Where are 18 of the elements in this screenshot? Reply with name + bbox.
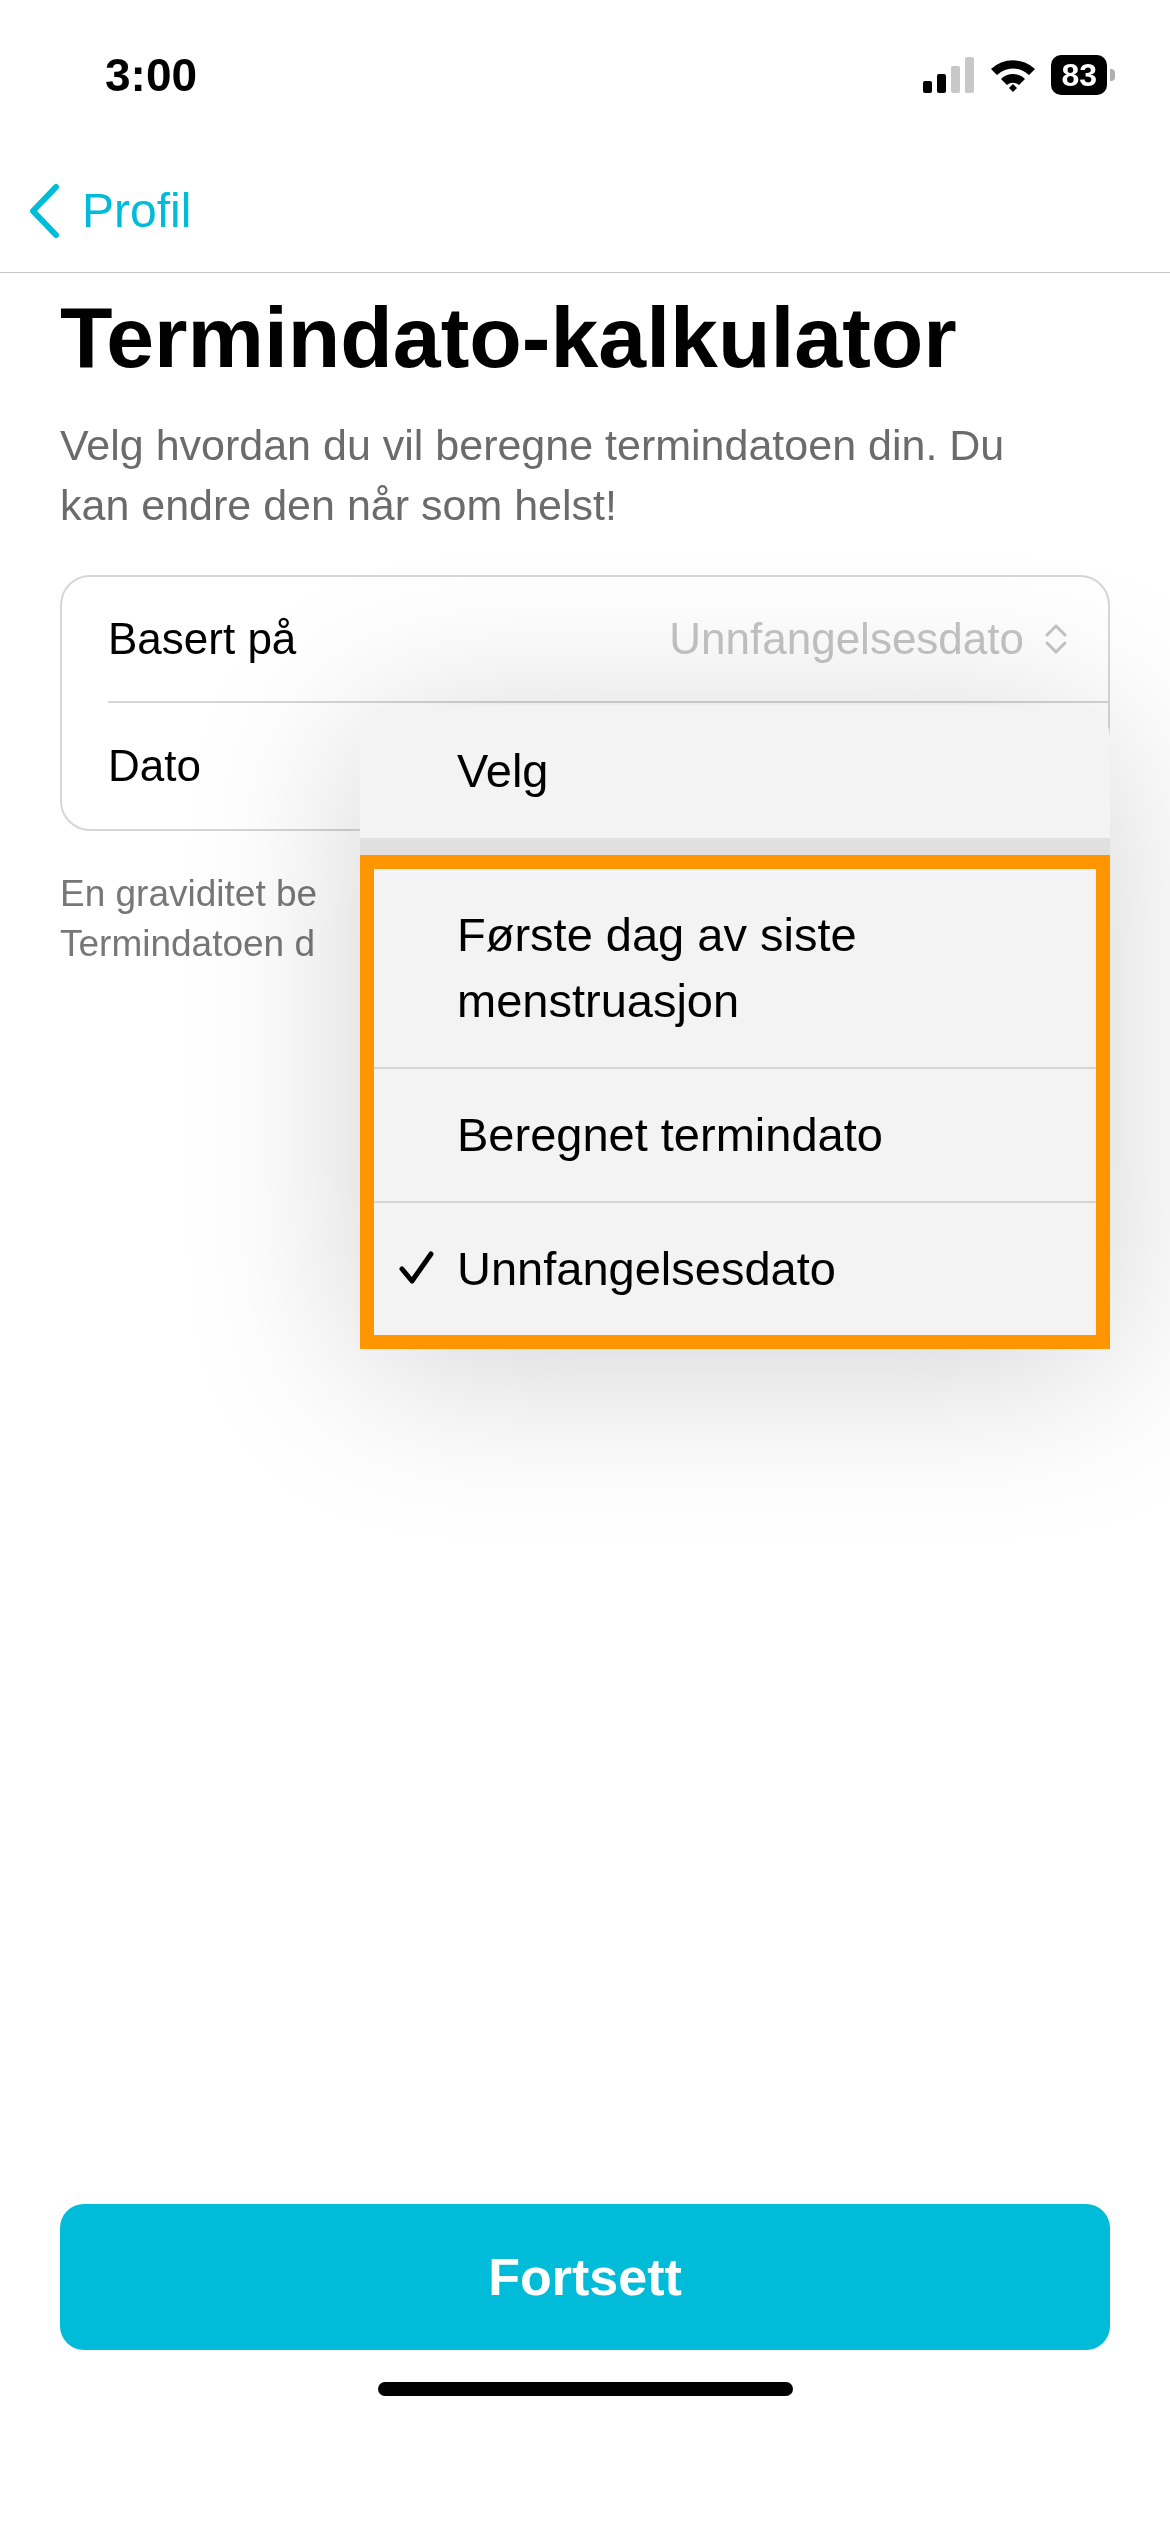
footnote-text: Termindatoen d — [60, 922, 316, 966]
form-label: Dato — [108, 740, 201, 792]
battery-tip-icon — [1110, 69, 1115, 81]
checkmark-icon — [397, 1250, 434, 1286]
menu-option[interactable]: Første dag av siste menstruasjon — [374, 869, 1096, 1069]
menu-header: Velg — [456, 743, 550, 800]
wifi-icon — [989, 57, 1038, 93]
battery-level: 83 — [1051, 55, 1107, 95]
form-label: Basert på — [108, 613, 297, 665]
page-title: Termindato-kalkulator — [60, 288, 958, 387]
page-subtitle: Velg hvordan du vil beregne termindatoen din. Du kan endre den når som helst! — [60, 420, 1006, 531]
status-time: 3:00 — [105, 47, 198, 103]
menu-option[interactable]: Unnfangelsesdato — [374, 1203, 1096, 1335]
footnote-text: En graviditet be — [60, 872, 318, 916]
menu-option[interactable]: Beregnet termindato — [374, 1069, 1096, 1203]
chevron-updown-icon — [1044, 622, 1068, 656]
signal-icon — [923, 57, 976, 93]
back-chevron-icon — [28, 183, 60, 239]
